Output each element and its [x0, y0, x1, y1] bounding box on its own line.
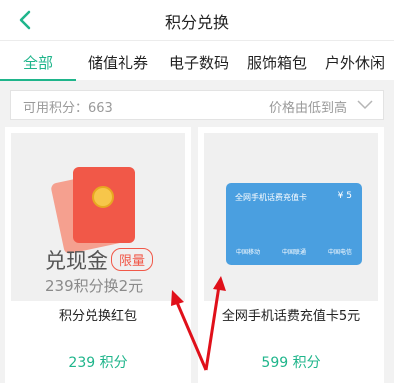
product-name[interactable]: 积分兑换红包 — [5, 305, 191, 324]
exchange-rate-text: 239积分换2元 — [45, 277, 144, 295]
page-title: 积分兑换 — [164, 13, 229, 32]
china-telecom-logo: 中国电信 — [327, 248, 352, 256]
sort-selector[interactable]: 价格由低到高 — [269, 97, 347, 116]
phone-card-icon: 全网手机话费充值卡 ¥ 5 中国移动 中国联通 中国电信 — [226, 183, 362, 265]
tab-electronics[interactable]: 电子数码 — [160, 41, 238, 81]
top-bar: 积分兑换 — [0, 0, 394, 40]
tab-apparel-bags[interactable]: 服饰箱包 — [238, 41, 316, 81]
card-title: 全网手机话费充值卡 — [235, 193, 307, 202]
gold-coin-icon — [92, 186, 114, 208]
carrier-logos: 中国移动 中国联通 中国电信 — [236, 245, 352, 257]
tab-outdoor-leisure[interactable]: 户外休闲 — [316, 41, 394, 81]
cash-label: 兑现金 — [45, 249, 108, 273]
product-card-phone-recharge[interactable]: 全网手机话费充值卡 ¥ 5 中国移动 中国联通 中国电信 全网手机话费充值卡5元… — [198, 127, 384, 383]
limited-badge: 限量 — [111, 248, 154, 271]
product-name[interactable]: 全网手机话费充值卡5元 — [198, 305, 384, 324]
product-price: 599 积分 — [261, 355, 321, 371]
chevron-down-icon[interactable] — [357, 99, 373, 111]
product-image[interactable]: 兑现金 限量 239积分换2元 — [11, 133, 185, 301]
product-image[interactable]: 全网手机话费充值卡 ¥ 5 中国移动 中国联通 中国电信 — [204, 133, 378, 301]
china-mobile-logo: 中国移动 — [236, 248, 261, 256]
category-tabs: 全部 储值礼券 电子数码 服饰箱包 户外休闲 — [0, 40, 394, 81]
filter-bar: 可用积分：663 价格由低到高 — [10, 90, 384, 120]
tab-all[interactable]: 全部 — [0, 41, 76, 81]
card-amount: ¥ 5 — [337, 191, 352, 201]
product-price: 239 积分 — [68, 355, 128, 371]
china-unicom-logo: 中国联通 — [281, 248, 306, 256]
product-card-red-envelope[interactable]: 兑现金 限量 239积分换2元 积分兑换红包 239 积分 — [5, 127, 191, 383]
tab-stored-value-coupons[interactable]: 储值礼券 — [76, 41, 160, 81]
available-points: 可用积分：663 — [23, 101, 113, 116]
